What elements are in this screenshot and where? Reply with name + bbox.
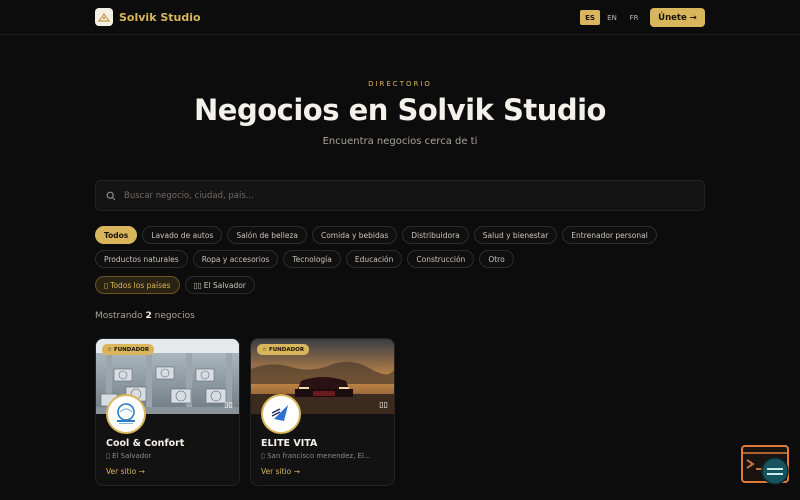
results-count: Mostrando 2 negocios <box>95 311 195 321</box>
globe-icon: ▯ <box>104 280 109 290</box>
country-chip-label: El Salvador <box>203 280 246 290</box>
country-filters: ▯ Todos los países ▯▯ El Salvador <box>95 276 255 294</box>
flag-icon: ▯▯ <box>193 280 202 290</box>
business-card[interactable]: ☆ FUNDADOR ▯▯ ELITE VITA ▯ San francisco… <box>250 338 395 486</box>
location-pin-icon: ▯ <box>261 452 265 460</box>
location-text: San francisco menendez, El... <box>267 452 371 460</box>
results-number: 2 <box>145 311 152 321</box>
business-name: Cool & Confort <box>106 438 185 449</box>
search-icon <box>106 186 116 205</box>
location-text: El Salvador <box>112 452 152 460</box>
category-chip-otro[interactable]: Otro <box>479 250 514 268</box>
category-chip-entrenador[interactable]: Entrenador personal <box>562 226 657 244</box>
category-chip-educacion[interactable]: Educación <box>345 250 403 268</box>
results-prefix: Mostrando <box>95 311 143 321</box>
badge-label: FUNDADOR <box>268 346 305 353</box>
visit-site-link[interactable]: Ver sitio → <box>261 467 300 476</box>
business-card[interactable]: ☆ FUNDADOR ▯▯ Cool & Confort ▯ El Salvad… <box>95 338 240 486</box>
business-logo <box>261 394 301 434</box>
section-eyebrow: DIRECTORIO <box>368 80 432 88</box>
chat-widget-icon[interactable] <box>741 445 791 487</box>
language-fr[interactable]: FR <box>624 10 644 25</box>
category-filters-row-2: Productos naturales Ropa y accesorios Te… <box>95 250 514 268</box>
search-bar <box>95 180 705 211</box>
search-input[interactable] <box>124 190 684 201</box>
category-chip-tecnologia[interactable]: Tecnología <box>283 250 341 268</box>
brand-name: Solvik Studio <box>119 10 201 24</box>
category-chip-construccion[interactable]: Construcción <box>407 250 475 268</box>
visit-site-link[interactable]: Ver sitio → <box>106 467 145 476</box>
results-suffix: negocios <box>154 311 195 321</box>
category-chip-ropa[interactable]: Ropa y accesorios <box>192 250 279 268</box>
star-icon: ☆ <box>262 346 267 353</box>
business-location: ▯ San francisco menendez, El... <box>261 452 371 460</box>
founder-badge: ☆ FUNDADOR <box>257 344 310 355</box>
language-switcher: ES EN FR <box>580 10 644 25</box>
category-chip-todos[interactable]: Todos <box>95 226 138 244</box>
language-en[interactable]: EN <box>602 10 622 25</box>
category-chip-salon[interactable]: Salón de belleza <box>227 226 307 244</box>
country-chip-el-salvador[interactable]: ▯▯ El Salvador <box>184 276 255 294</box>
brand-logo-icon <box>95 8 113 26</box>
country-chip-label: Todos los países <box>110 280 171 290</box>
join-button[interactable]: Únete → <box>650 8 705 27</box>
page-title: Negocios en Solvik Studio <box>194 93 606 127</box>
star-icon: ☆ <box>107 346 112 353</box>
flag-icon: ▯▯ <box>379 400 388 409</box>
country-chip-all[interactable]: ▯ Todos los países <box>95 276 180 294</box>
badge-label: FUNDADOR <box>113 346 150 353</box>
category-chip-salud[interactable]: Salud y bienestar <box>473 226 558 244</box>
business-logo <box>106 394 146 434</box>
category-chip-distribuidora[interactable]: Distribuidora <box>402 226 469 244</box>
business-location: ▯ El Salvador <box>106 452 151 460</box>
category-chip-lavado[interactable]: Lavado de autos <box>142 226 223 244</box>
founder-badge: ☆ FUNDADOR <box>102 344 155 355</box>
category-chip-productos[interactable]: Productos naturales <box>95 250 188 268</box>
language-es[interactable]: ES <box>580 10 600 25</box>
flag-icon: ▯▯ <box>224 400 233 409</box>
category-chip-comida[interactable]: Comida y bebidas <box>311 226 398 244</box>
category-filters-row-1: Todos Lavado de autos Salón de belleza C… <box>95 226 657 244</box>
top-navigation-bar: Solvik Studio ES EN FR Únete → <box>0 0 800 35</box>
location-pin-icon: ▯ <box>106 452 110 460</box>
brand[interactable]: Solvik Studio <box>95 8 201 26</box>
business-name: ELITE VITA <box>261 438 318 449</box>
page-subtitle: Encuentra negocios cerca de ti <box>322 136 478 147</box>
